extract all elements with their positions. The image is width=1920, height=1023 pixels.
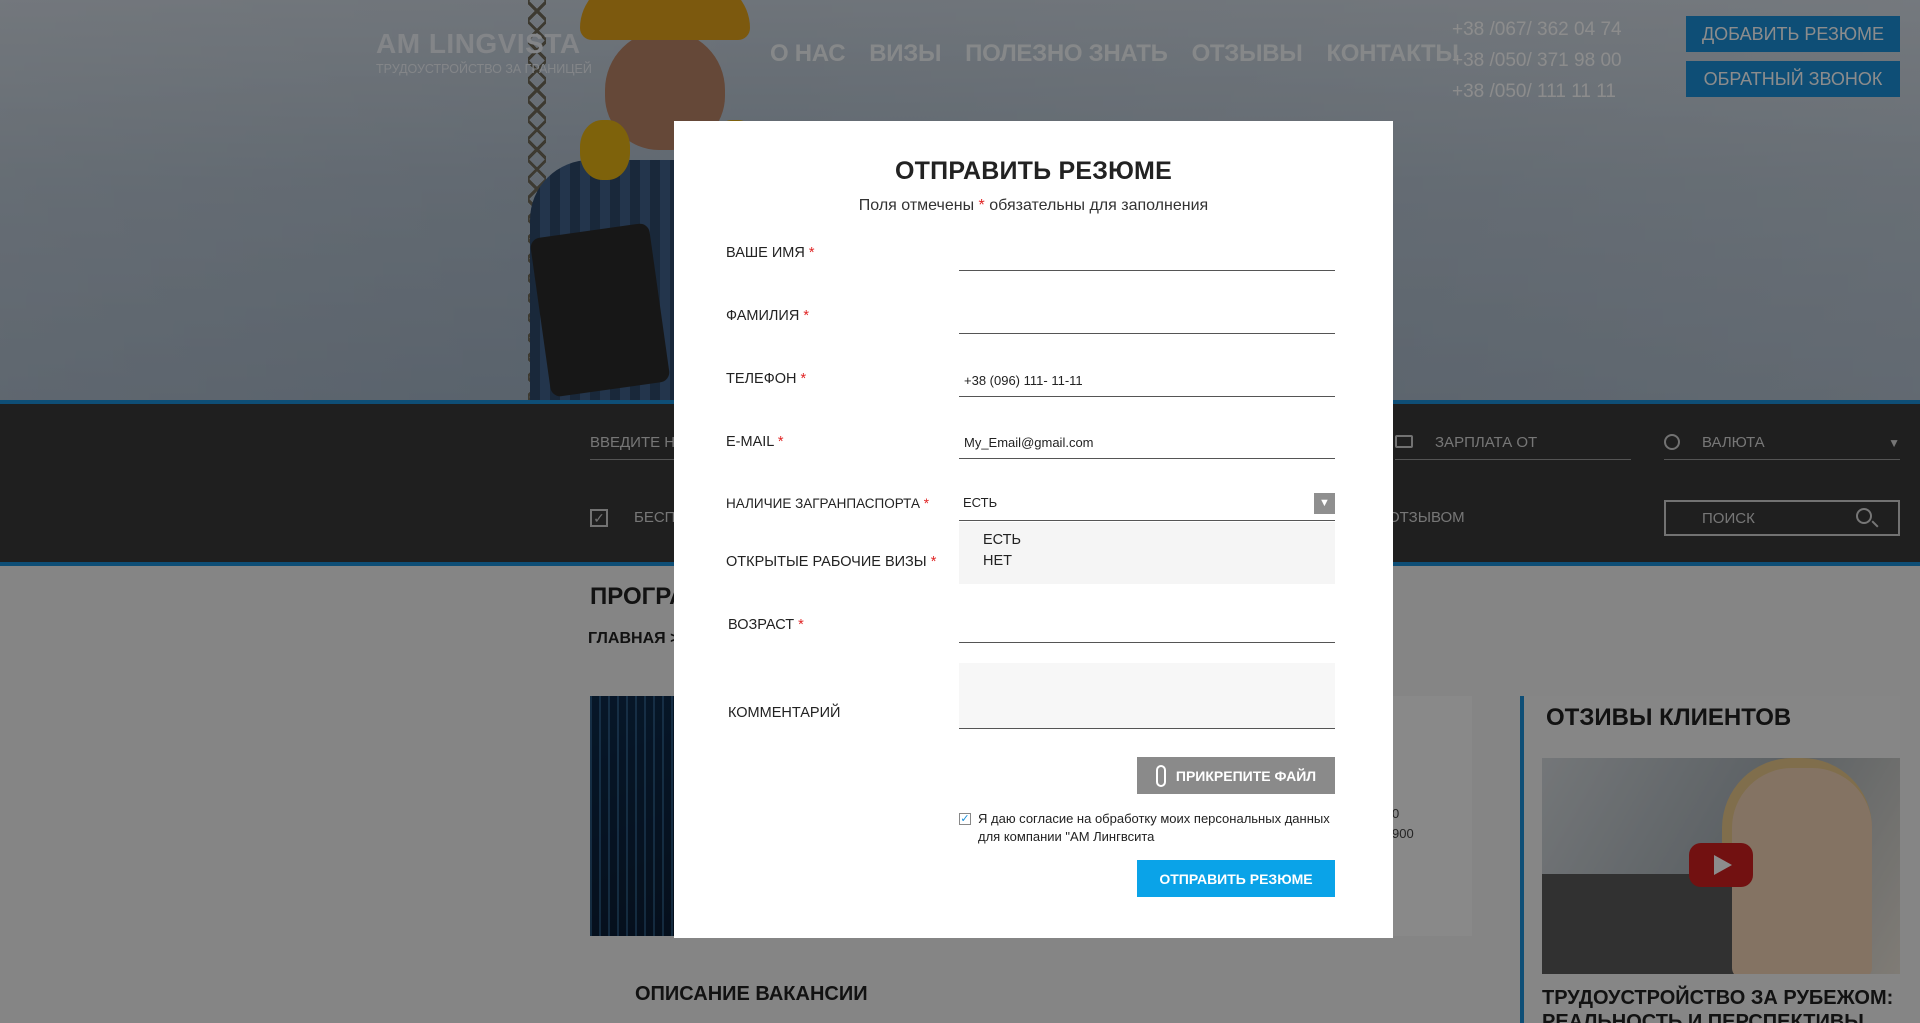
- first-name-input[interactable]: [959, 239, 1335, 271]
- submit-resume-button[interactable]: ОТПРАВИТЬ РЕЗЮМЕ: [1137, 860, 1335, 897]
- first-name-label: ВАШЕ ИМЯ *: [726, 245, 815, 261]
- required-mark: *: [923, 496, 929, 511]
- email-label: E-MAIL *: [726, 434, 784, 450]
- paperclip-icon: [1155, 764, 1166, 787]
- age-label-text: ВОЗРАСТ: [728, 617, 795, 633]
- last-name-input[interactable]: [959, 302, 1335, 334]
- attach-file-button[interactable]: ПРИКРЕПИТЕ ФАЙЛ: [1137, 757, 1335, 794]
- passport-option-yes[interactable]: ЕСТЬ: [983, 530, 1335, 551]
- passport-dropdown: ЕСТЬ НЕТ: [959, 522, 1335, 584]
- required-mark: *: [777, 434, 784, 450]
- phone-label-text: ТЕЛЕФОН: [726, 371, 797, 387]
- consent-checkbox[interactable]: ✓: [959, 813, 971, 825]
- age-label: ВОЗРАСТ *: [728, 617, 804, 633]
- modal-title: ОТПРАВИТЬ РЕЗЮМЕ: [895, 157, 1172, 185]
- required-mark: *: [930, 554, 937, 570]
- visas-label: ОТКРЫТЫЕ РАБОЧИЕ ВИЗЫ *: [726, 554, 936, 570]
- attach-file-label: ПРИКРЕПИТЕ ФАЙЛ: [1175, 767, 1317, 784]
- required-mark: *: [798, 617, 804, 633]
- required-mark: *: [808, 245, 815, 261]
- email-input[interactable]: My_Email@gmail.com: [959, 427, 1335, 459]
- required-mark: *: [803, 308, 809, 324]
- consent-text: Я даю согласие на обработку моих персона…: [978, 811, 1330, 844]
- comment-textarea[interactable]: [959, 663, 1335, 729]
- email-label-text: E-MAIL: [726, 434, 774, 450]
- modal-subtitle: Поля отмечены * обязательны для заполнен…: [674, 197, 1393, 215]
- first-name-label-text: ВАШЕ ИМЯ: [726, 245, 805, 261]
- passport-selected-value: ЕСТЬ: [963, 495, 998, 510]
- last-name-label-text: ФАМИЛИЯ: [726, 308, 800, 324]
- age-input[interactable]: [959, 611, 1335, 643]
- passport-label-text: НАЛИЧИЕ ЗАГРАНПАСПОРТА: [726, 496, 920, 511]
- required-mark: *: [800, 371, 807, 387]
- passport-select[interactable]: ЕСТЬ ▼: [959, 487, 1335, 521]
- phone-label: ТЕЛЕФОН *: [726, 371, 806, 387]
- passport-label: НАЛИЧИЕ ЗАГРАНПАСПОРТА *: [726, 496, 929, 511]
- chevron-down-icon[interactable]: ▼: [1314, 493, 1335, 514]
- send-resume-modal: ОТПРАВИТЬ РЕЗЮМЕ Поля отмечены * обязате…: [674, 121, 1393, 938]
- comment-label: КОММЕНТАРИЙ: [728, 705, 841, 721]
- passport-option-no[interactable]: НЕТ: [983, 551, 1335, 572]
- subtitle-after: обязательны для заполнения: [984, 197, 1209, 214]
- phone-input[interactable]: +38 (096) 111- 11-11: [959, 365, 1335, 397]
- last-name-label: ФАМИЛИЯ *: [726, 308, 809, 324]
- subtitle-before: Поля отмечены: [858, 197, 979, 214]
- visas-label-text: ОТКРЫТЫЕ РАБОЧИЕ ВИЗЫ: [726, 554, 927, 570]
